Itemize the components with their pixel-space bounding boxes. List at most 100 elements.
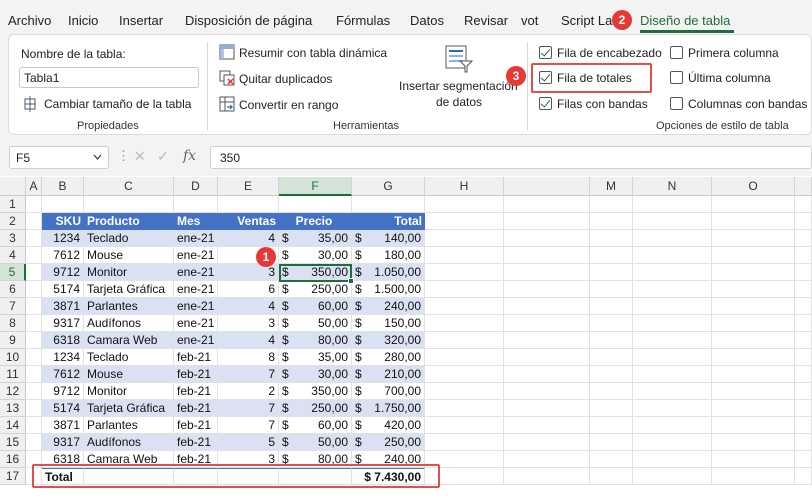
table-cell-sku[interactable]: 7612 [42,366,84,383]
row-header-9[interactable]: 9 [0,332,26,349]
grid-cell[interactable] [84,196,174,213]
row-header-6[interactable]: 6 [0,281,26,298]
grid-cell[interactable] [590,298,633,315]
table-cell-total[interactable]: $250,00 [352,434,425,451]
grid-cell[interactable] [712,298,795,315]
grid-cell[interactable] [795,315,812,332]
table-cell-producto[interactable]: Monitor [84,383,174,400]
grid-cell[interactable] [504,196,590,213]
table-cell-sku[interactable]: 9712 [42,383,84,400]
table-cell-mes[interactable]: ene-21 [174,298,218,315]
insert-slicer-icon[interactable] [443,44,473,74]
grid-cell[interactable] [425,434,504,451]
grid-cell[interactable] [590,417,633,434]
table-cell-precio[interactable]: $350,00 [279,383,352,400]
enter-icon[interactable]: ✓ [157,148,169,165]
grid-cell[interactable] [26,400,42,417]
grid-cell[interactable] [425,247,504,264]
pivot-table-button[interactable]: Resumir con tabla dinámica [239,46,387,60]
table-header-4[interactable]: Precio [279,213,352,230]
grid-cell[interactable] [590,451,633,468]
table-cell-sku[interactable]: 1234 [42,230,84,247]
column-header-blank[interactable] [795,177,812,196]
table-cell-sku[interactable]: 5174 [42,281,84,298]
menu-revisar[interactable]: Revisar [464,13,508,28]
grid-cell[interactable] [712,366,795,383]
grid-cell[interactable] [633,298,712,315]
row-header-11[interactable]: 11 [0,366,26,383]
resize-table-button[interactable]: Cambiar tamaño de la tabla [44,97,191,111]
table-cell-mes[interactable]: feb-21 [174,400,218,417]
grid-cell[interactable] [590,315,633,332]
grid-cell[interactable] [633,213,712,230]
menu-insertar[interactable]: Insertar [119,13,163,28]
tab-diseno-de-tabla[interactable]: Diseño de tabla [640,13,730,28]
cancel-icon[interactable]: ✕ [134,148,146,165]
menu-script-lab[interactable]: Script La [561,13,612,28]
menu-pivot-partial[interactable]: vot [521,13,538,28]
grid-cell[interactable] [42,196,84,213]
menu-archivo[interactable]: Archivo [8,13,51,28]
resize-table-icon[interactable] [22,96,38,112]
table-cell-ventas[interactable]: 7 [218,400,279,417]
table-cell-ventas[interactable]: 4 [218,298,279,315]
grid-cell[interactable] [425,366,504,383]
grid-cell[interactable] [795,281,812,298]
column-header-g[interactable]: G [352,177,425,196]
table-cell-ventas[interactable]: 2 [218,383,279,400]
grid-cell[interactable] [633,196,712,213]
grid-cell[interactable] [590,230,633,247]
table-cell-mes[interactable]: feb-21 [174,349,218,366]
grid-cell[interactable] [425,315,504,332]
table-cell-producto[interactable]: Tarjeta Gráfica [84,281,174,298]
grid-cell[interactable] [504,281,590,298]
grid-cell[interactable] [26,196,42,213]
table-cell-mes[interactable]: feb-21 [174,434,218,451]
table-header-5[interactable]: Total [352,213,425,230]
grid-cell[interactable] [795,383,812,400]
table-cell-sku[interactable]: 3871 [42,417,84,434]
table-header-2[interactable]: Mes [174,213,218,230]
grid-cell[interactable] [504,468,590,485]
formula-input[interactable]: 350 [210,146,812,169]
grid-cell[interactable] [504,315,590,332]
grid-cell[interactable] [712,451,795,468]
grid-cell[interactable] [712,417,795,434]
grid-cell[interactable] [795,468,812,485]
table-cell-sku[interactable]: 3871 [42,298,84,315]
grid-cell[interactable] [795,434,812,451]
grid-cell[interactable] [795,332,812,349]
table-cell-precio[interactable]: $60,00 [279,417,352,434]
grid-cell[interactable] [795,366,812,383]
table-cell-precio[interactable]: $35,00 [279,349,352,366]
column-header-o[interactable]: O [712,177,795,196]
grid-cell[interactable] [633,434,712,451]
grid-cell[interactable] [590,366,633,383]
remove-duplicates-button[interactable]: Quitar duplicados [239,72,332,86]
menu-datos[interactable]: Datos [410,13,444,28]
remove-duplicates-icon[interactable] [219,70,235,86]
grid-cell[interactable] [712,281,795,298]
table-cell-precio[interactable]: $250,00 [279,281,352,298]
grid-cell[interactable] [425,196,504,213]
table-cell-total[interactable]: $210,00 [352,366,425,383]
pivot-table-icon[interactable] [219,44,235,60]
grid-cell[interactable] [633,451,712,468]
row-header-3[interactable]: 3 [0,230,26,247]
table-cell-total[interactable]: $1.050,00 [352,264,425,281]
grid-cell[interactable] [26,230,42,247]
column-header-e[interactable]: E [218,177,279,196]
grid-cell[interactable] [795,213,812,230]
column-header-blank[interactable] [504,177,590,196]
table-cell-producto[interactable]: Parlantes [84,417,174,434]
grid-cell[interactable] [504,247,590,264]
table-cell-precio[interactable]: $35,00 [279,230,352,247]
table-cell-sku[interactable]: 7612 [42,247,84,264]
table-cell-sku[interactable]: 9712 [42,264,84,281]
table-cell-ventas[interactable]: 3 [218,264,279,281]
last-column-checkbox[interactable] [670,71,683,84]
grid-cell[interactable] [795,417,812,434]
grid-cell[interactable] [590,264,633,281]
header-row-checkbox[interactable] [539,46,552,59]
table-cell-producto[interactable]: Camara Web [84,332,174,349]
